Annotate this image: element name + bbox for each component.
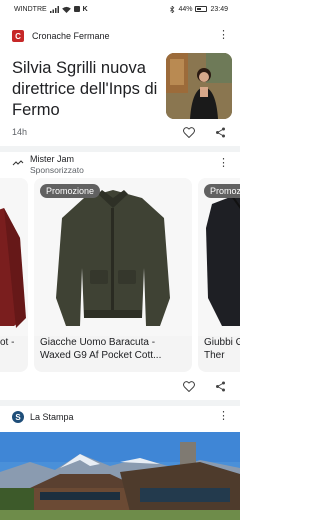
battery-percent: 44% — [178, 5, 193, 13]
promo-badge: Promozione — [40, 184, 101, 198]
product-carousel[interactable]: ot - Promozione Giacche Uomo Baracuta - … — [0, 178, 240, 374]
product-card[interactable]: Promozione Giubbi G9 Ther — [198, 178, 240, 372]
product-card[interactable]: Promozione Giacche Uomo Baracuta - Waxed… — [34, 178, 192, 372]
kebab-menu-icon[interactable]: ⋮ — [218, 411, 229, 422]
advertiser-logo-icon — [12, 160, 24, 166]
la-stampa-logo-icon: S — [12, 411, 24, 423]
status-bar: WINDTRE K 44% 23:49 — [0, 0, 240, 18]
news-photo[interactable] — [0, 432, 240, 520]
share-icon[interactable] — [215, 381, 226, 392]
kebab-menu-icon[interactable]: ⋮ — [218, 30, 229, 41]
article-headline[interactable]: Silvia Sgrilli nuova direttrice dell'Inp… — [12, 58, 162, 121]
article-age: 14h — [12, 127, 28, 137]
source-name[interactable]: La Stampa — [30, 412, 74, 422]
thumbnail-image — [166, 53, 232, 119]
product-title: Giacche Uomo Baracuta - Waxed G9 Af Pock… — [40, 337, 162, 361]
share-icon[interactable] — [215, 127, 226, 138]
battery-icon — [195, 6, 208, 12]
promo-badge: Promozione — [204, 184, 240, 198]
article-card[interactable]: C Cronache Fermane ⋮ Silvia Sgrilli nuov… — [0, 18, 240, 148]
clock: 23:49 — [210, 5, 228, 13]
article-thumbnail[interactable] — [166, 53, 232, 119]
product-image — [198, 178, 240, 336]
bluetooth-icon — [170, 5, 175, 13]
product-image — [0, 178, 28, 336]
source-logo-icon: C — [12, 30, 24, 42]
source-name: Cronache Fermane — [32, 31, 110, 41]
kebab-menu-icon[interactable]: ⋮ — [218, 158, 229, 169]
sponsored-label: Sponsorizzato — [30, 165, 84, 175]
mountain-house-image — [0, 432, 240, 520]
heart-outline-icon[interactable] — [183, 381, 195, 392]
advertiser-name[interactable]: Mister Jam — [30, 154, 74, 164]
product-image — [34, 178, 192, 336]
ad-card[interactable]: Mister Jam Sponsorizzato ⋮ ot - Promozio… — [0, 152, 240, 400]
wifi-icon — [61, 6, 71, 13]
product-title: ot - — [0, 337, 15, 348]
heart-outline-icon[interactable] — [183, 127, 195, 138]
article-source[interactable]: C Cronache Fermane — [12, 30, 110, 42]
carrier-label: WINDTRE — [14, 5, 47, 13]
k-icon: K — [82, 5, 88, 13]
product-card[interactable]: ot - — [0, 178, 28, 372]
product-title: Giubbi G9 Ther — [204, 337, 240, 361]
notification-icon — [73, 6, 80, 12]
signal-icon — [49, 5, 59, 13]
news-card[interactable]: S La Stampa ⋮ — [0, 406, 240, 520]
